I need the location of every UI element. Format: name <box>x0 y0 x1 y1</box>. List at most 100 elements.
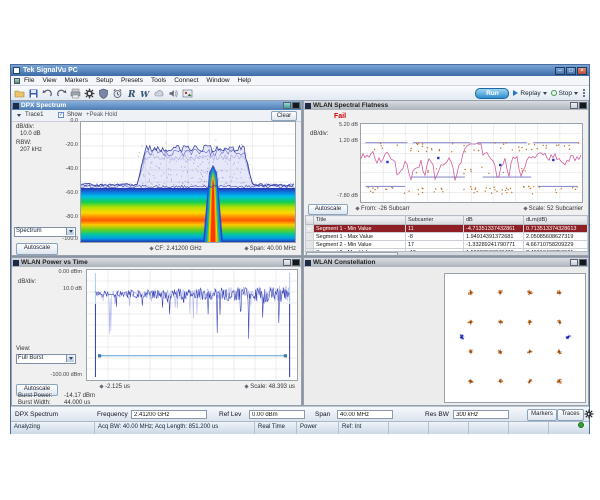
power-vs-time-plot <box>86 269 298 381</box>
menu-grid-icon <box>14 78 20 84</box>
traces-button[interactable]: Traces <box>557 409 584 421</box>
panel-menu-button[interactable] <box>292 259 300 266</box>
rbw-label: RBW: <box>16 140 32 147</box>
menu-view[interactable]: View <box>42 76 56 85</box>
capture-icon[interactable] <box>182 88 193 99</box>
script-r-icon[interactable]: R <box>126 88 137 99</box>
close-button[interactable]: × <box>577 67 587 75</box>
open-folder-icon[interactable] <box>14 88 25 99</box>
res-bw-field[interactable] <box>453 410 509 419</box>
menu-presets[interactable]: Presets <box>121 76 143 85</box>
view-label: View: <box>16 346 31 353</box>
status-led-icon <box>578 422 584 428</box>
pvt-panel-title: WLAN Power vs Time <box>21 258 88 267</box>
marker-icon <box>244 246 248 250</box>
pvt-panel-header[interactable]: WLAN Power vs Time <box>12 258 301 267</box>
menu-connect[interactable]: Connect <box>174 76 198 85</box>
dpx-panel-header[interactable]: DPX Spectrum <box>12 101 301 110</box>
shield-icon[interactable] <box>98 88 109 99</box>
chevron-down-icon <box>574 92 578 95</box>
run-button[interactable]: Run <box>475 88 509 99</box>
span-field[interactable] <box>337 410 393 419</box>
flatness-autoscale-button[interactable]: Autoscale <box>308 204 348 215</box>
constellation-panel-header[interactable]: WLAN Constellation <box>304 258 588 267</box>
script-w-icon[interactable]: W <box>140 88 151 99</box>
table-scrollbar[interactable] <box>305 251 587 256</box>
y-min-label: -100.00 dBm <box>34 372 82 378</box>
constellation-plot <box>444 273 586 403</box>
markers-button[interactable]: Markers <box>527 409 557 421</box>
flatness-result-badge: Fail <box>334 113 346 120</box>
status-power: Power <box>297 422 339 434</box>
replay-label: Replay <box>520 90 540 97</box>
acquisition-controls: Run Replay Stop <box>475 88 589 99</box>
table-row[interactable]: Segment 1 - Max Value -8 1.9491439137268… <box>306 233 588 241</box>
play-icon <box>513 90 518 96</box>
alarm-icon[interactable] <box>112 88 123 99</box>
flatness-from-readout: From: -26 Subcarr <box>356 206 410 213</box>
menu-help[interactable]: Help <box>238 76 251 85</box>
menu-window[interactable]: Window <box>206 76 229 85</box>
save-icon[interactable] <box>28 88 39 99</box>
dpx-view-select[interactable]: Spectrum <box>14 227 76 237</box>
desktop: Tek SignalVu PC – □ × File View Markers … <box>0 0 600 500</box>
speaker-icon[interactable] <box>168 88 179 99</box>
y-tick: -20.0 <box>48 142 78 148</box>
panel-restore-button[interactable] <box>283 259 291 266</box>
settings-gear-icon[interactable] <box>84 88 95 99</box>
panel-spectral-flatness: WLAN Spectral Flatness Fail 5.20 dB dB/d… <box>303 100 589 256</box>
maximize-button[interactable]: □ <box>566 67 576 75</box>
stop-label: Stop <box>559 90 572 97</box>
frequency-field[interactable] <box>131 410 207 419</box>
panel-restore-button[interactable] <box>570 259 578 266</box>
scrollbar-thumb[interactable] <box>306 252 398 256</box>
status-real-time: Real Time <box>255 422 297 434</box>
menu-markers[interactable]: Markers <box>64 76 87 85</box>
pvt-scale-readout: Scale: 48.393 us <box>245 384 295 391</box>
ref-lev-field[interactable] <box>249 410 305 419</box>
flatness-plot <box>360 123 583 203</box>
undo-icon[interactable] <box>42 88 53 99</box>
status-empty-cell <box>509 422 549 434</box>
res-bw-label: Res BW <box>425 407 449 422</box>
col-title[interactable]: Title <box>314 216 406 225</box>
dpx-trace-select[interactable]: Trace1 <box>25 112 43 119</box>
replay-button[interactable]: Replay <box>513 90 546 97</box>
status-empty-cell <box>429 422 469 434</box>
pvt-view-select[interactable]: Full Burst <box>16 354 76 364</box>
mode-label: DPX Spectrum <box>15 407 58 422</box>
dpx-autoscale-button[interactable]: Autoscale <box>16 243 58 255</box>
panel-menu-button[interactable] <box>292 102 300 109</box>
col-dlm[interactable]: dLm(dB) <box>524 216 588 225</box>
db-div-label: dB/div: <box>16 124 34 131</box>
menu-tools[interactable]: Tools <box>151 76 166 85</box>
flatness-panel-title: WLAN Spectral Flatness <box>313 101 388 110</box>
stop-icon <box>551 90 557 96</box>
stop-button[interactable]: Stop <box>551 90 578 97</box>
settings-gear-icon[interactable] <box>584 409 594 419</box>
flatness-panel-header[interactable]: WLAN Spectral Flatness <box>304 101 588 110</box>
cloud-icon[interactable] <box>154 88 165 99</box>
col-db[interactable]: dB <box>464 216 524 225</box>
minimize-button[interactable]: – <box>555 67 565 75</box>
peak-hold-label[interactable]: +Peak Hold <box>86 112 117 119</box>
redo-icon[interactable] <box>56 88 67 99</box>
panel-restore-button[interactable] <box>283 102 291 109</box>
y-max-label: 5.20 dB <box>322 122 358 128</box>
table-row[interactable]: ▸ Segment 1 - Min Value 11 -4.7135133743… <box>306 225 588 233</box>
menu-file[interactable]: File <box>24 76 34 85</box>
col-subcarrier[interactable]: Subcarrier <box>406 216 464 225</box>
y-tick: -80.0 <box>48 214 78 220</box>
dpx-cf-readout: CF: 2.41200 GHz <box>150 246 202 253</box>
table-row[interactable]: Segment 2 - Min Value 17 -1.332892417907… <box>306 241 588 249</box>
panel-restore-button[interactable] <box>570 102 578 109</box>
menu-setup[interactable]: Setup <box>96 76 113 85</box>
collapse-icon[interactable] <box>17 114 21 117</box>
print-icon[interactable] <box>70 88 81 99</box>
title-bar[interactable]: Tek SignalVu PC – □ × <box>11 65 589 76</box>
toolbar-grip[interactable] <box>582 88 586 98</box>
panel-menu-button[interactable] <box>579 102 587 109</box>
panel-menu-button[interactable] <box>579 259 587 266</box>
flatness-results-table[interactable]: Title Subcarrier dB dLm(dB) ▸ Segment 1 … <box>305 215 588 256</box>
clear-button[interactable]: Clear <box>271 111 297 121</box>
